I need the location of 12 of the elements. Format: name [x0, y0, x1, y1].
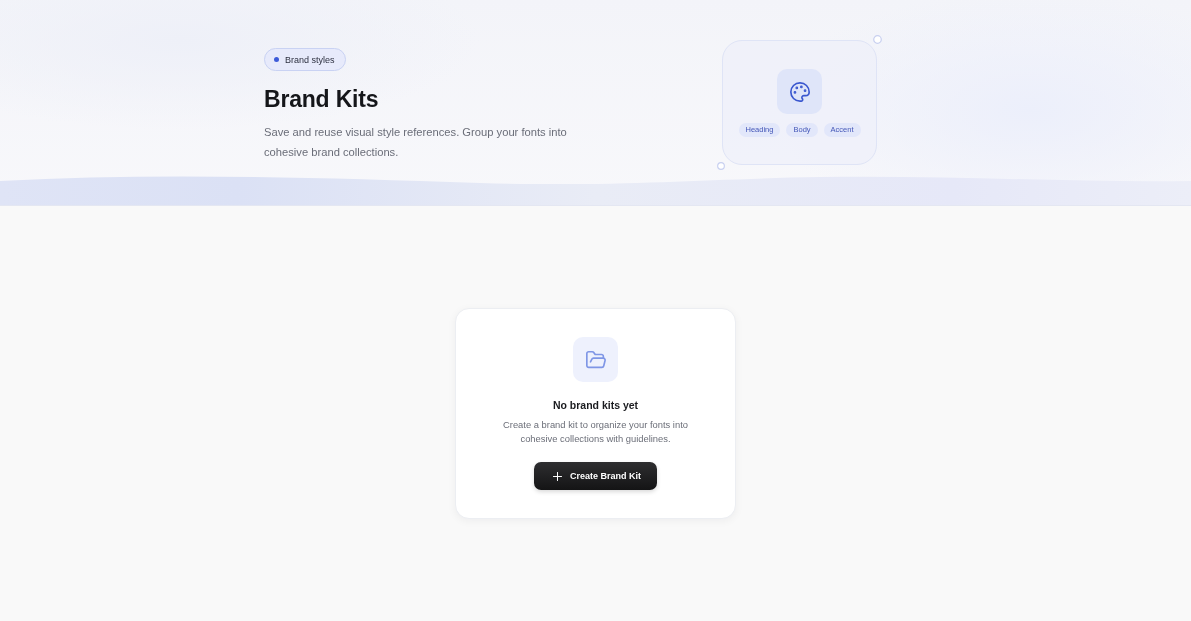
create-brand-kit-button[interactable]: Create Brand Kit	[534, 462, 657, 490]
palette-icon	[788, 80, 811, 103]
folder-icon	[584, 348, 607, 371]
empty-state-description: Create a brand kit to organize your fonts into cohesive collections with guidelines.	[502, 418, 689, 446]
dot-icon	[274, 57, 279, 62]
circle-icon	[873, 35, 882, 44]
page-description: Save and reuse visual style references. Group your fonts into cohesive brand collections.	[264, 125, 568, 160]
plus-icon	[553, 471, 562, 481]
page-title: Brand Kits	[264, 85, 379, 113]
badge-label: Brand styles	[285, 54, 335, 65]
empty-state-title: No brand kits yet	[552, 398, 639, 412]
circle-icon	[717, 162, 725, 170]
